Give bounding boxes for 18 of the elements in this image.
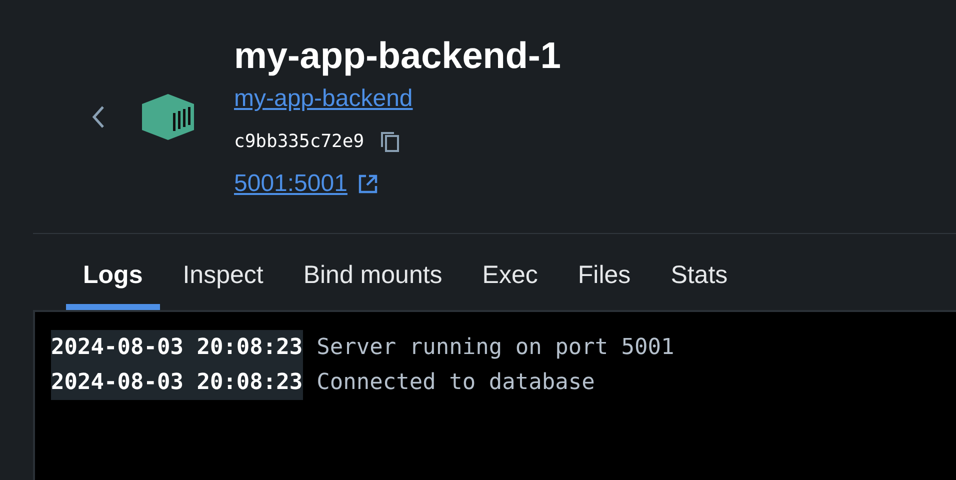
log-timestamp: 2024-08-03 20:08:23 (51, 365, 303, 400)
tab[interactable]: Inspect (166, 234, 280, 310)
container-id: c9bb335c72e9 (234, 130, 364, 154)
port-link[interactable]: 5001:5001 (234, 169, 348, 199)
tab[interactable]: Files (560, 234, 648, 310)
chevron-left-icon (90, 104, 106, 130)
container-title: my-app-backend-1 (234, 34, 561, 78)
copy-button[interactable] (380, 130, 400, 152)
tab[interactable]: Exec (465, 234, 555, 310)
external-link-icon (357, 173, 380, 195)
container-icon (140, 92, 196, 140)
log-message: Server running on port 5001 (316, 334, 674, 362)
copy-icon (380, 130, 400, 152)
image-link[interactable]: my-app-backend (234, 84, 413, 114)
tab[interactable]: Stats (654, 234, 745, 310)
log-timestamp: 2024-08-03 20:08:23 (51, 330, 303, 365)
log-message: Connected to database (316, 369, 595, 397)
tab[interactable]: Bind mounts (286, 234, 460, 310)
